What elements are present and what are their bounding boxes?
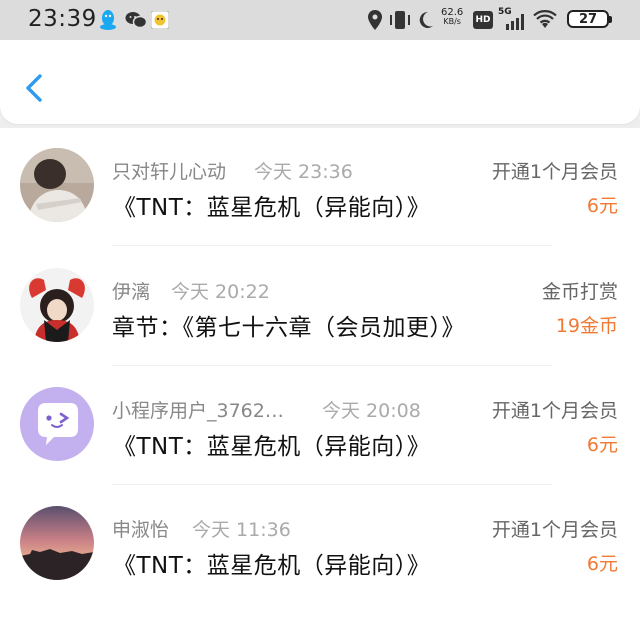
avatar[interactable]: [20, 268, 94, 342]
list-item[interactable]: 申淑怡 今天 11:36 《TNT：蓝星危机（异能向）》 开通1个月会员 6元: [0, 486, 640, 604]
net-speed-value: 62.6: [441, 7, 464, 18]
divider: [112, 365, 552, 366]
record-action: 开通1个月会员: [491, 400, 618, 422]
location-icon: [366, 9, 384, 31]
hd-icon: HD: [473, 11, 493, 29]
record-action: 开通1个月会员: [491, 519, 618, 541]
back-button[interactable]: [18, 70, 54, 106]
divider: [112, 484, 552, 485]
status-bar: 23:39 62.6 KB/s HD 5G 27: [0, 0, 640, 40]
record-content: 章节：《第七十六章（会员加更）》: [112, 315, 465, 341]
avatar[interactable]: [20, 387, 94, 461]
status-time: 23:39: [28, 6, 97, 32]
record-amount: 6元: [586, 195, 618, 217]
record-time: 今天 20:08: [322, 400, 421, 422]
net-speed-unit: KB/s: [443, 17, 461, 26]
record-content: 《TNT：蓝星危机（异能向）》: [113, 195, 431, 221]
list-item[interactable]: 伊漓 今天 20:22 章节：《第七十六章（会员加更）》 金币打赏 19金币: [0, 248, 640, 366]
record-content: 《TNT：蓝星危机（异能向）》: [113, 434, 431, 460]
moon-icon: [415, 9, 435, 31]
hd-label: HD: [475, 15, 491, 25]
record-action: 金币打赏: [541, 281, 618, 303]
record-amount: 6元: [586, 553, 618, 575]
wifi-icon: [533, 9, 557, 31]
qq-icon: [98, 9, 118, 31]
wechat-icon: [124, 9, 148, 31]
signal-icon: 5G: [498, 7, 526, 31]
record-time: 今天 23:36: [254, 161, 353, 183]
nav-bar: [0, 40, 640, 124]
list-item[interactable]: 小程序用户_3762… 今天 20:08 《TNT：蓝星危机（异能向）》 开通1…: [0, 367, 640, 485]
list-item[interactable]: 只对轩儿心动 今天 23:36 《TNT：蓝星危机（异能向）》 开通1个月会员 …: [0, 128, 640, 246]
chevron-left-icon: [26, 74, 42, 102]
user-name: 伊漓: [112, 281, 151, 303]
app-badge-icon: [150, 9, 170, 31]
net-speed: 62.6 KB/s: [441, 7, 464, 27]
record-time: 今天 20:22: [171, 281, 270, 303]
battery-icon: 27: [567, 10, 612, 28]
user-name: 只对轩儿心动: [112, 161, 227, 183]
divider: [112, 245, 552, 246]
user-name: 小程序用户_3762…: [112, 400, 284, 422]
record-amount: 6元: [586, 434, 618, 456]
battery-level: 27: [578, 11, 598, 27]
record-action: 开通1个月会员: [491, 161, 618, 183]
avatar[interactable]: [20, 148, 94, 222]
record-time: 今天 11:36: [192, 519, 291, 541]
user-name: 申淑怡: [112, 519, 170, 541]
vibrate-icon: [389, 9, 411, 31]
record-list: 只对轩儿心动 今天 23:36 《TNT：蓝星危机（异能向）》 开通1个月会员 …: [0, 128, 640, 628]
record-content: 《TNT：蓝星危机（异能向）》: [113, 553, 431, 579]
record-amount: 19金币: [555, 315, 618, 337]
avatar[interactable]: [20, 506, 94, 580]
